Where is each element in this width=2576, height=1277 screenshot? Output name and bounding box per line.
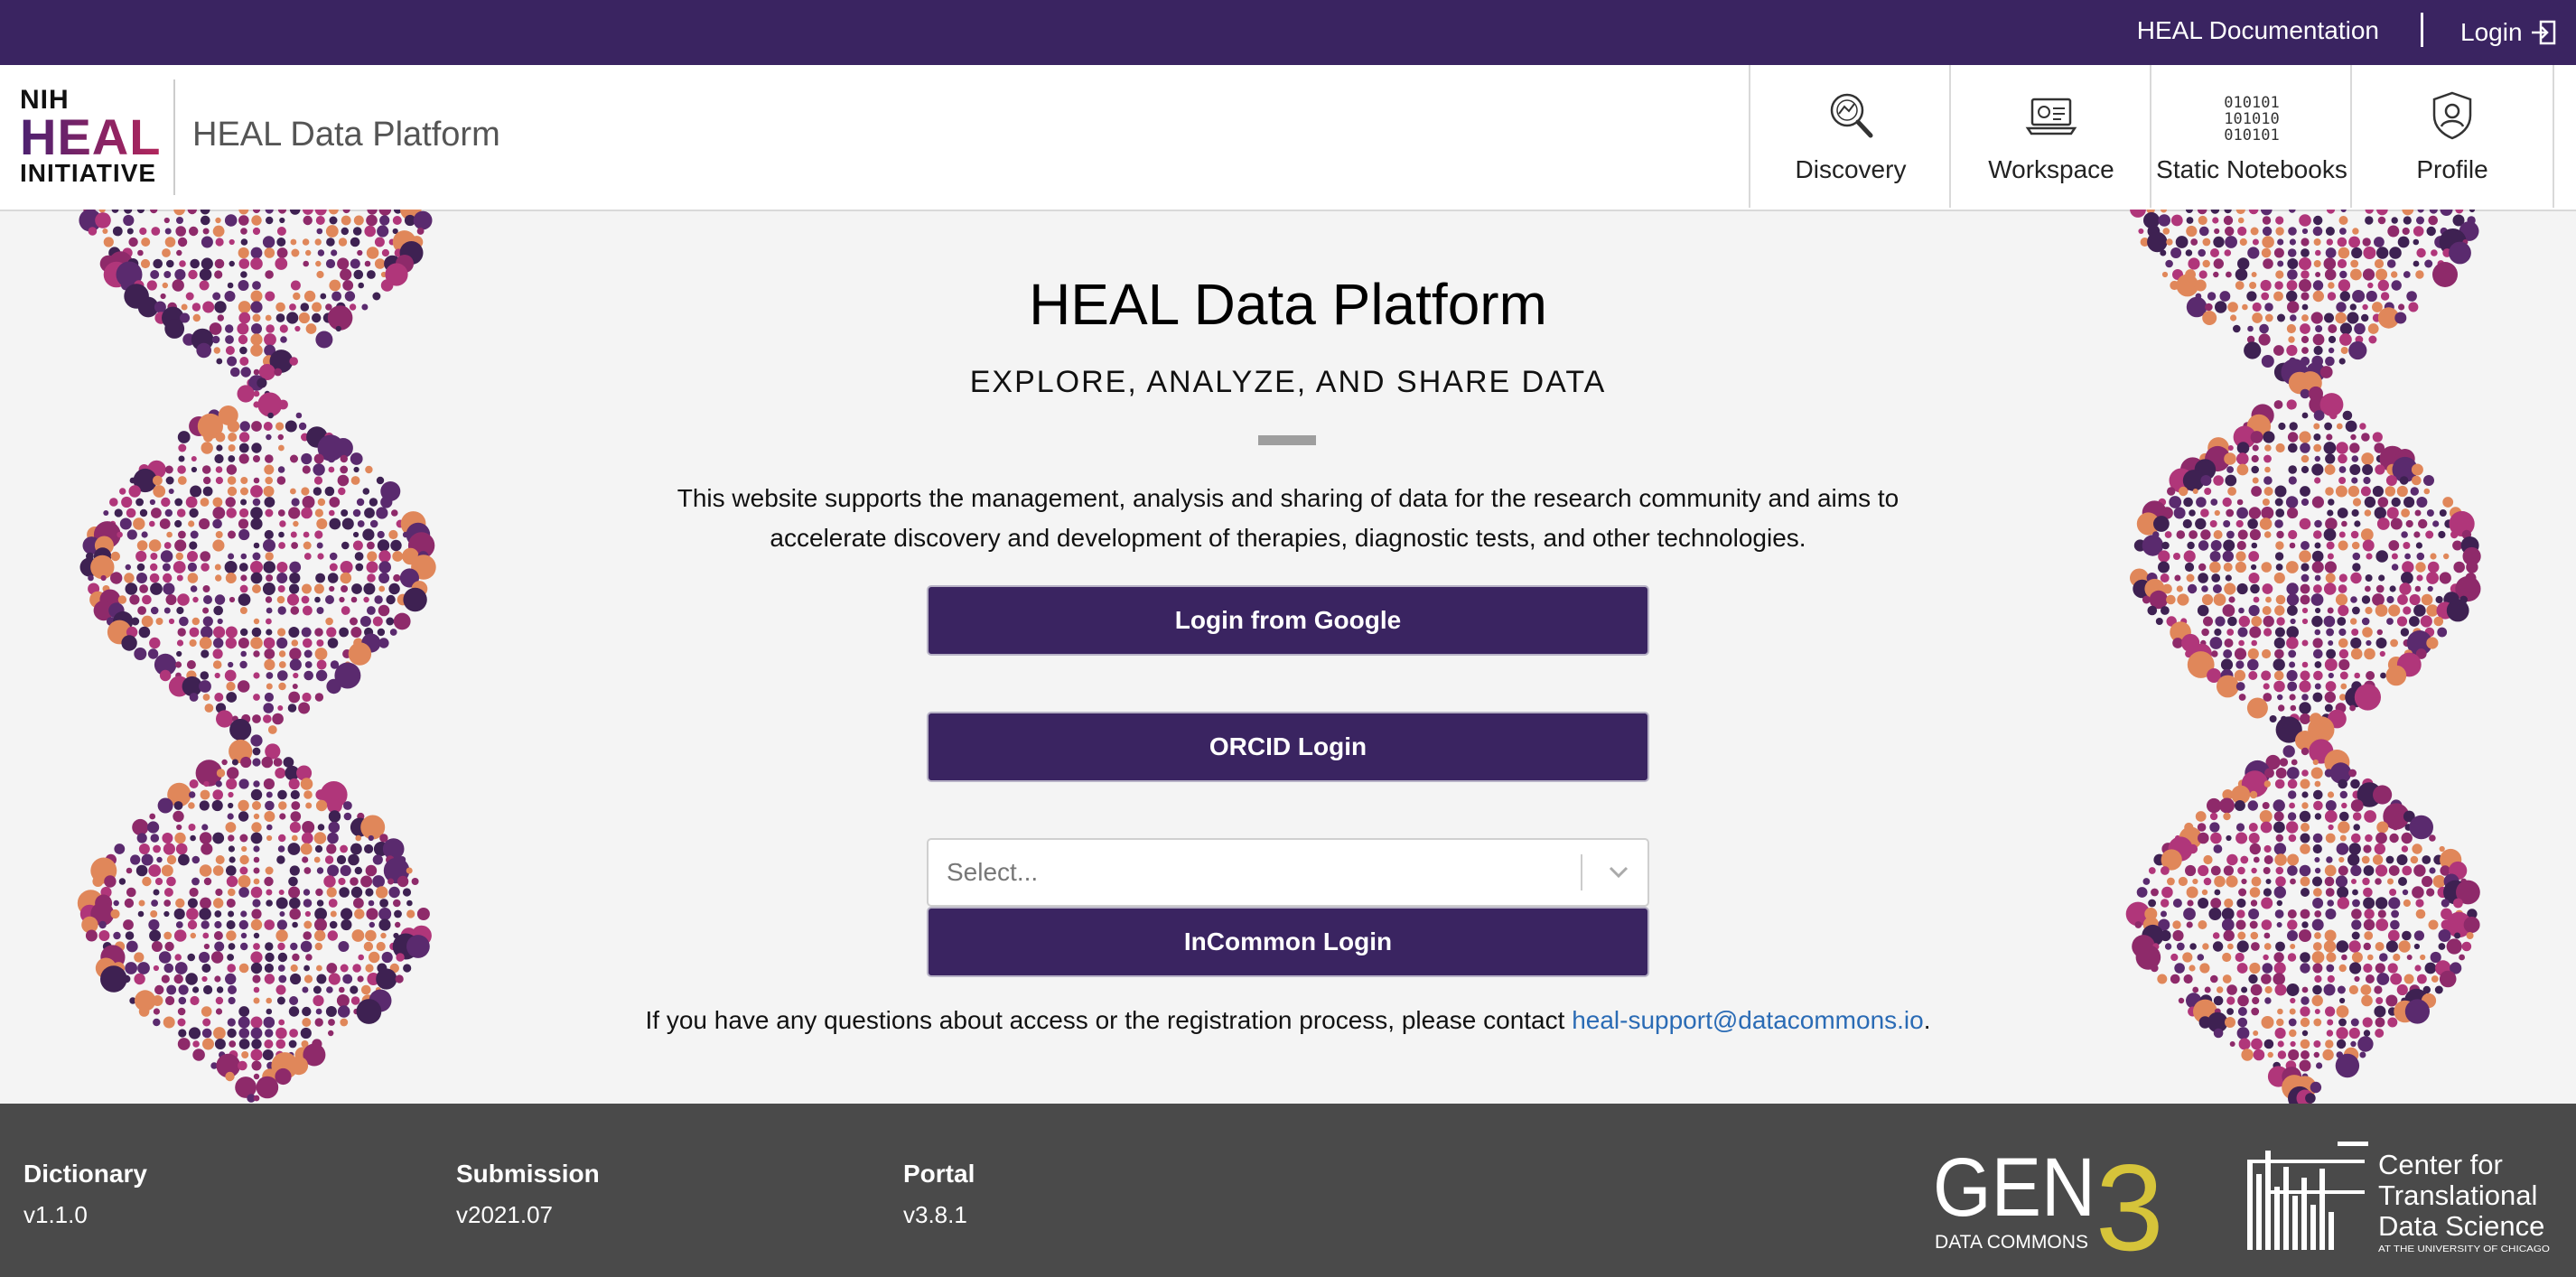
- incommon-institution-select[interactable]: Select...: [927, 838, 1649, 907]
- ctds-logo[interactable]: Center for Translational Data Science AT…: [2247, 1142, 2554, 1259]
- footer-dictionary-title: Dictionary: [23, 1160, 147, 1188]
- topbar-divider: [2421, 13, 2423, 47]
- site-title[interactable]: HEAL Data Platform: [192, 116, 500, 154]
- binary-icon: 010101 101010 010101: [2151, 92, 2352, 146]
- top-login-link[interactable]: Login: [2460, 0, 2557, 65]
- logo-divider: [173, 79, 175, 195]
- footer-portal: Portal v3.8.1: [903, 1160, 975, 1229]
- nav-workspace[interactable]: Workspace: [1949, 65, 2151, 208]
- profile-icon: [2432, 91, 2472, 140]
- contact-end: .: [1923, 1006, 1931, 1034]
- binary-line: 101010: [2224, 110, 2280, 128]
- nih-heal-logo[interactable]: NIH HEAL INITIATIVE: [20, 87, 164, 188]
- title-divider: [1258, 435, 1316, 445]
- login-orcid-button[interactable]: ORCID Login: [927, 712, 1649, 782]
- ctds-line4: AT THE UNIVERSITY OF CHICAGO: [2378, 1244, 2550, 1254]
- login-google-button[interactable]: Login from Google: [927, 585, 1649, 656]
- top-bar: HEAL Documentation Login: [0, 0, 2576, 65]
- footer-portal-title: Portal: [903, 1160, 975, 1188]
- contact-text: If you have any questions about access o…: [645, 1006, 1573, 1034]
- ctds-line1: Center for: [2378, 1149, 2503, 1180]
- footer-submission-version: v2021.07: [456, 1201, 553, 1228]
- support-email-link[interactable]: heal-support@datacommons.io: [1572, 1006, 1924, 1034]
- discovery-icon: [1830, 93, 1873, 138]
- heal-documentation-link[interactable]: HEAL Documentation: [2137, 0, 2379, 65]
- page-subtitle: EXPLORE, ANALYZE, AND SHARE DATA: [969, 365, 1607, 399]
- nav-profile-label: Profile: [2416, 155, 2488, 183]
- select-placeholder: Select...: [947, 858, 1039, 886]
- footer-submission: Submission v2021.07: [456, 1160, 600, 1229]
- nav-discovery[interactable]: Discovery: [1749, 65, 1951, 208]
- page-description: This website supports the management, an…: [677, 484, 1899, 552]
- gen3-logo[interactable]: GEN 3 DATA COMMONS: [1933, 1142, 2177, 1259]
- binary-line: 010101: [2224, 126, 2280, 144]
- logo-heal-text: HEAL: [20, 112, 164, 163]
- site-header: NIH HEAL INITIATIVE HEAL Data Platform D…: [0, 65, 2576, 211]
- gen3-word: GEN: [1933, 1142, 2095, 1234]
- footer-portal-version: v3.8.1: [903, 1201, 967, 1228]
- binary-line: 010101: [2224, 94, 2280, 112]
- nav-discovery-label: Discovery: [1795, 155, 1907, 183]
- footer-dictionary-version: v1.1.0: [23, 1201, 88, 1228]
- nav-workspace-label: Workspace: [1988, 155, 2114, 183]
- top-login-label: Login: [2460, 18, 2523, 46]
- login-incommon-button[interactable]: InCommon Login: [927, 907, 1649, 977]
- select-separator: [1581, 854, 1582, 890]
- dna-helix-decoration-left: [77, 210, 436, 1103]
- contact-note: If you have any questions about access o…: [0, 1006, 2576, 1035]
- gen3-digit: 3: [2095, 1142, 2164, 1259]
- nav-static-notebooks[interactable]: 010101 101010 010101 Static Notebooks: [2150, 65, 2352, 208]
- ctds-line2: Translational: [2378, 1179, 2537, 1211]
- site-footer: Dictionary v1.1.0 Submission v2021.07 Po…: [0, 1104, 2576, 1277]
- page-title: HEAL Data Platform: [1029, 272, 1547, 337]
- workspace-icon: [2025, 98, 2077, 135]
- logo-initiative-text: INITIATIVE: [20, 159, 157, 187]
- footer-submission-title: Submission: [456, 1160, 600, 1188]
- gen3-caption: DATA COMMONS: [1935, 1232, 2088, 1253]
- login-icon: [2531, 20, 2555, 45]
- nav-profile[interactable]: Profile: [2350, 65, 2554, 208]
- ctds-line3: Data Science: [2378, 1210, 2544, 1242]
- footer-dictionary: Dictionary v1.1.0: [23, 1160, 147, 1229]
- dna-helix-decoration-right: [2125, 210, 2481, 1104]
- chevron-down-icon[interactable]: [1602, 856, 1635, 889]
- nav-static-notebooks-label: Static Notebooks: [2156, 155, 2347, 183]
